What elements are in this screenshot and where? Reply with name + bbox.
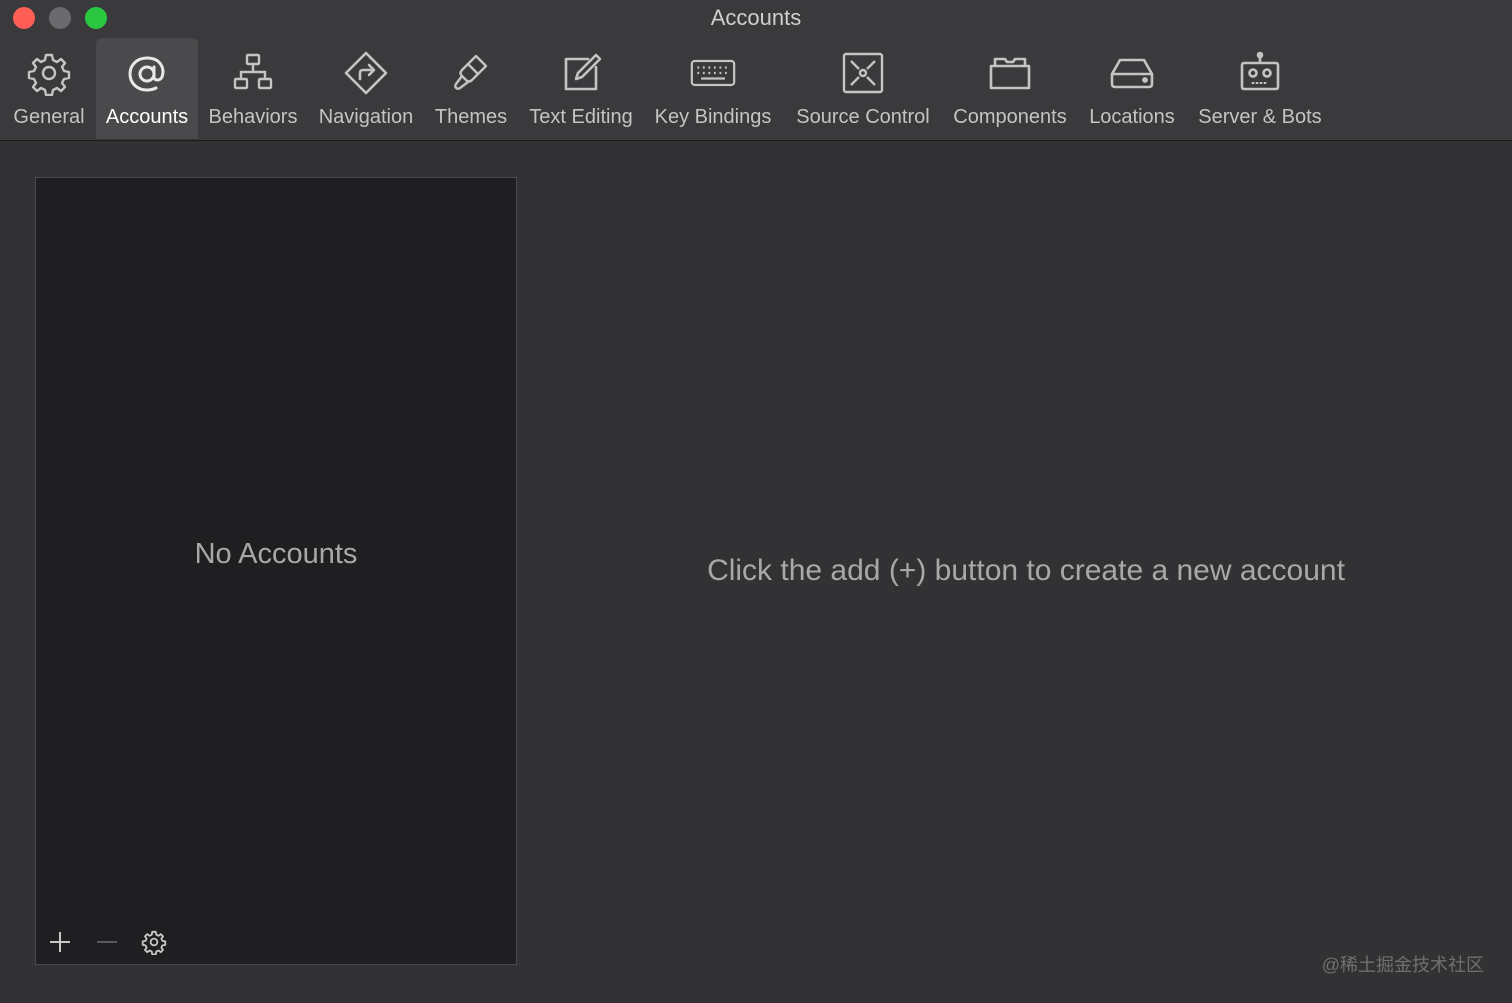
tab-general[interactable]: General <box>4 38 94 139</box>
tab-components[interactable]: Components <box>944 38 1076 139</box>
tab-behaviors[interactable]: Behaviors <box>202 38 304 139</box>
tab-text-editing-label: Text Editing <box>529 106 633 128</box>
tab-components-label: Components <box>953 106 1067 128</box>
preferences-toolbar: General Accounts Behaviors Navigation Th… <box>0 38 1512 139</box>
list-footer <box>36 920 516 964</box>
plus-icon <box>50 932 70 952</box>
source-control-icon <box>786 50 940 96</box>
drive-icon <box>1080 50 1184 96</box>
tab-behaviors-label: Behaviors <box>208 106 298 128</box>
account-settings-button[interactable] <box>138 926 170 958</box>
tab-server-bots-label: Server & Bots <box>1198 106 1322 128</box>
accounts-list[interactable]: No Accounts <box>35 177 517 965</box>
keyboard-icon <box>646 50 780 96</box>
tab-locations[interactable]: Locations <box>1080 38 1184 139</box>
paintbrush-icon <box>426 50 516 96</box>
at-sign-icon <box>96 50 198 96</box>
hierarchy-icon <box>202 50 304 96</box>
tab-key-bindings-label: Key Bindings <box>654 106 772 128</box>
tab-locations-label: Locations <box>1089 106 1175 128</box>
tab-text-editing[interactable]: Text Editing <box>520 38 642 139</box>
watermark: @稀土掘金技术社区 <box>1321 955 1484 975</box>
tab-server-bots[interactable]: Server & Bots <box>1188 38 1332 139</box>
window-title: Accounts <box>710 5 802 30</box>
empty-list-label: No Accounts <box>194 538 358 570</box>
tab-source-control[interactable]: Source Control <box>786 38 940 139</box>
minus-icon <box>97 941 117 943</box>
title-bar: Accounts General Accounts Behaviors Navi… <box>0 0 1512 141</box>
add-account-button[interactable] <box>44 926 76 958</box>
turn-right-sign-icon <box>310 50 422 96</box>
edit-square-icon <box>520 50 642 96</box>
robot-icon <box>1188 50 1332 96</box>
tab-key-bindings[interactable]: Key Bindings <box>646 38 780 139</box>
tab-themes[interactable]: Themes <box>426 38 516 139</box>
gear-icon <box>4 50 94 96</box>
tab-source-control-label: Source Control <box>796 106 930 128</box>
gear-icon <box>141 930 167 955</box>
tab-accounts[interactable]: Accounts <box>96 38 198 139</box>
tab-navigation-label: Navigation <box>318 106 414 128</box>
tab-accounts-label: Accounts <box>105 106 189 128</box>
empty-detail-hint: Click the add (+) button to create a new… <box>707 554 1345 587</box>
box-icon <box>944 50 1076 96</box>
tab-general-label: General <box>13 106 85 128</box>
preferences-window: Accounts General Accounts Behaviors Navi… <box>0 0 1512 1003</box>
remove-account-button[interactable] <box>91 926 123 958</box>
tab-themes-label: Themes <box>434 106 508 128</box>
tab-navigation[interactable]: Navigation <box>310 38 422 139</box>
